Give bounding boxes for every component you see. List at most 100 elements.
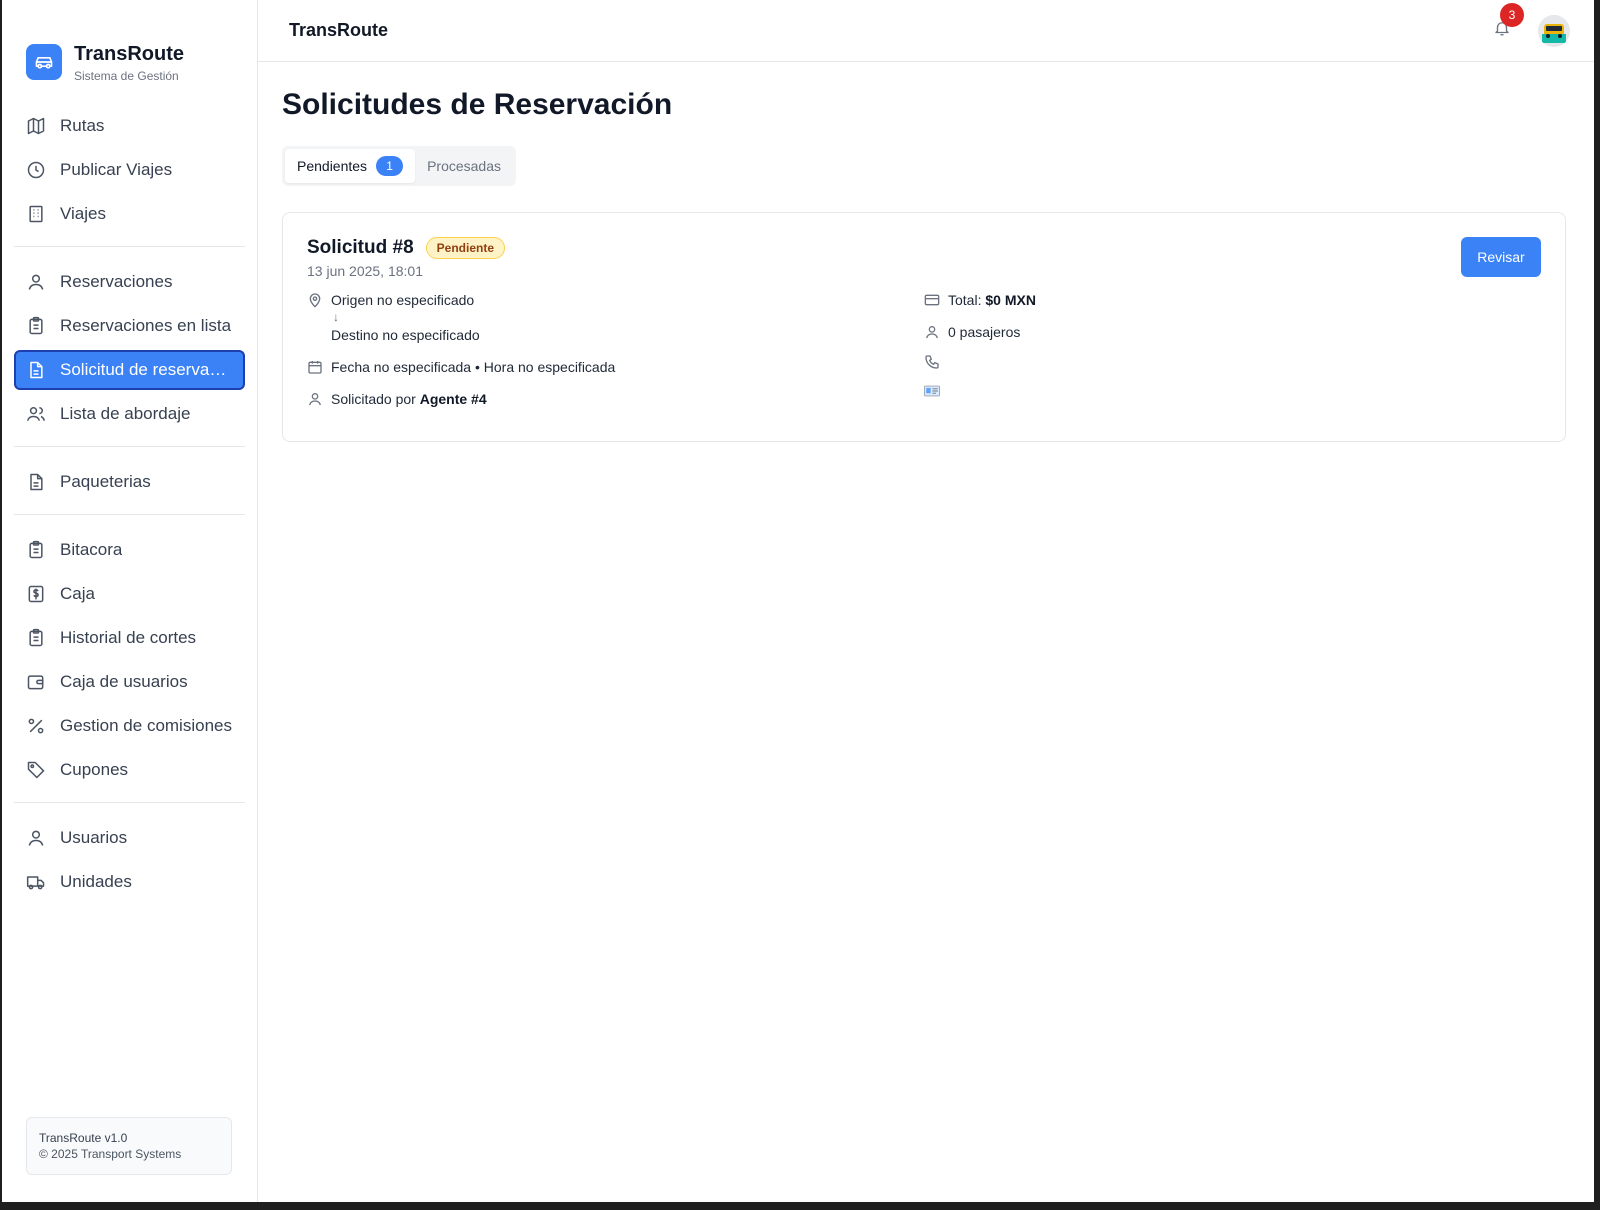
divider <box>14 446 245 447</box>
sidebar-nav: Rutas Publicar Viajes Viajes Reservacion… <box>2 98 257 906</box>
details-left: Origen no especificado ↓ Destino no espe… <box>307 291 924 408</box>
total-amount: $0 MXN <box>985 292 1036 308</box>
phone-icon <box>924 354 940 370</box>
sidebar-item-publicar-viajes[interactable]: Publicar Viajes <box>14 150 245 190</box>
details-right: Total: $0 MXN 0 pasajeros <box>924 291 1541 408</box>
total-row: Total: $0 MXN <box>924 291 1541 309</box>
brand-name: TransRoute <box>74 42 185 65</box>
truck-icon <box>26 872 46 892</box>
wallet-icon <box>26 672 46 692</box>
sidebar-item-label: Usuarios <box>60 828 128 847</box>
passengers-text: 0 pasajeros <box>948 324 1021 340</box>
page-title: Solicitudes de Reservación <box>282 88 673 121</box>
topbar: TransRoute 3 <box>258 0 1594 62</box>
sidebar: TransRoute Sistema de Gestión Rutas Publ… <box>2 0 258 1202</box>
sidebar-item-label: Reservaciones <box>60 272 173 291</box>
sidebar-item-reservaciones-en-lista[interactable]: Reservaciones en lista <box>14 306 245 346</box>
sidebar-item-viajes[interactable]: Viajes <box>14 194 245 234</box>
requested-by-agent: Agente #4 <box>419 391 487 407</box>
credit-card-icon <box>924 292 940 308</box>
phone-row <box>924 353 1541 370</box>
tab-label: Pendientes <box>297 158 368 174</box>
main-area: TransRoute 3 Solicitudes de Reservación … <box>258 0 1594 1202</box>
sidebar-item-gestion-de-comisiones[interactable]: Gestion de comisiones <box>14 706 245 746</box>
route-row: Origen no especificado ↓ Destino no espe… <box>307 291 924 344</box>
sidebar-item-label: Cupones <box>60 760 129 779</box>
sidebar-item-solicitud-de-reservacion[interactable]: Solicitud de reservaci... <box>14 350 245 390</box>
app-window: TransRoute Sistema de Gestión Rutas Publ… <box>2 0 1594 1202</box>
sidebar-item-caja[interactable]: Caja <box>14 574 245 614</box>
passengers-row: 0 pasajeros <box>924 323 1541 341</box>
sidebar-item-label: Solicitud de reservaci... <box>60 360 233 379</box>
origin-text: Origen no especificado <box>331 292 475 308</box>
sidebar-item-paqueterias[interactable]: Paqueterias <box>14 462 245 502</box>
request-date: 13 jun 2025, 18:01 <box>307 263 423 279</box>
sidebar-item-label: Bitacora <box>60 540 123 559</box>
user-icon <box>924 324 940 340</box>
sidebar-item-label: Reservaciones en lista <box>60 316 232 335</box>
document-icon <box>26 472 46 492</box>
schedule-text: Fecha no especificada • Hora no especifi… <box>331 359 616 375</box>
version-text: TransRoute v1.0 <box>39 1131 128 1145</box>
map-icon <box>26 116 46 136</box>
pending-count-badge: 1 <box>376 156 404 176</box>
sidebar-item-unidades[interactable]: Unidades <box>14 862 245 902</box>
sidebar-item-reservaciones[interactable]: Reservaciones <box>14 262 245 302</box>
building-icon <box>26 204 46 224</box>
tab-label: Procesadas <box>427 158 501 174</box>
sidebar-item-label: Gestion de comisiones <box>60 716 232 735</box>
schedule-row: Fecha no especificada • Hora no especifi… <box>307 358 924 376</box>
avatar[interactable] <box>1538 14 1570 47</box>
sidebar-item-label: Rutas <box>60 116 105 135</box>
map-pin-icon <box>307 292 323 308</box>
sidebar-item-label: Caja <box>60 584 95 603</box>
sidebar-item-lista-de-abordaje[interactable]: Lista de abordaje <box>14 394 245 434</box>
sidebar-item-caja-de-usuarios[interactable]: Caja de usuarios <box>14 662 245 702</box>
sidebar-item-rutas[interactable]: Rutas <box>14 106 245 146</box>
notification-count-badge: 3 <box>1500 2 1524 27</box>
calendar-icon <box>307 359 323 375</box>
user-icon <box>26 272 46 292</box>
tab-procesadas[interactable]: Procesadas <box>415 149 513 183</box>
status-badge: Pendiente <box>425 237 505 259</box>
id-card-row <box>924 382 1541 399</box>
user-icon <box>307 391 323 407</box>
sidebar-item-usuarios[interactable]: Usuarios <box>14 818 245 858</box>
brand: TransRoute Sistema de Gestión <box>2 0 257 98</box>
clipboard-icon <box>26 628 46 648</box>
arrow-down-icon: ↓ <box>333 310 339 324</box>
destination-text: Destino no especificado <box>331 327 480 343</box>
document-icon <box>26 360 46 380</box>
sidebar-item-cupones[interactable]: Cupones <box>14 750 245 790</box>
tab-pendientes[interactable]: Pendientes 1 <box>285 149 416 183</box>
user-icon <box>26 828 46 848</box>
notifications-button[interactable]: 3 <box>1490 2 1524 43</box>
car-logo-icon <box>26 44 62 80</box>
sidebar-item-bitacora[interactable]: Bitacora <box>14 530 245 570</box>
total-prefix: Total: <box>948 292 982 308</box>
sidebar-item-label: Lista de abordaje <box>60 404 191 423</box>
sidebar-item-label: Caja de usuarios <box>60 672 188 691</box>
users-icon <box>26 404 46 424</box>
percent-icon <box>26 716 46 736</box>
sidebar-item-label: Historial de cortes <box>60 628 197 647</box>
tag-icon <box>26 760 46 780</box>
dollar-icon <box>26 584 46 604</box>
request-card: Solicitud #8 Pendiente 13 jun 2025, 18:0… <box>282 212 1566 442</box>
divider <box>14 802 245 803</box>
sidebar-item-label: Viajes <box>60 204 106 223</box>
id-card-icon <box>924 383 940 399</box>
requested-by-prefix: Solicitado por <box>331 391 416 407</box>
request-title: Solicitud #8 <box>307 237 414 258</box>
version-footer: TransRoute v1.0 © 2025 Transport Systems <box>26 1117 232 1175</box>
sidebar-item-historial-de-cortes[interactable]: Historial de cortes <box>14 618 245 658</box>
sidebar-item-label: Paqueterias <box>60 472 151 491</box>
request-details: Origen no especificado ↓ Destino no espe… <box>307 291 1541 408</box>
topbar-actions: 3 <box>1490 2 1570 47</box>
review-button[interactable]: Revisar <box>1461 237 1541 277</box>
divider <box>14 514 245 515</box>
clipboard-icon <box>26 316 46 336</box>
clipboard-icon <box>26 540 46 560</box>
tabs: Pendientes 1 Procesadas <box>282 146 516 186</box>
clock-icon <box>26 160 46 180</box>
